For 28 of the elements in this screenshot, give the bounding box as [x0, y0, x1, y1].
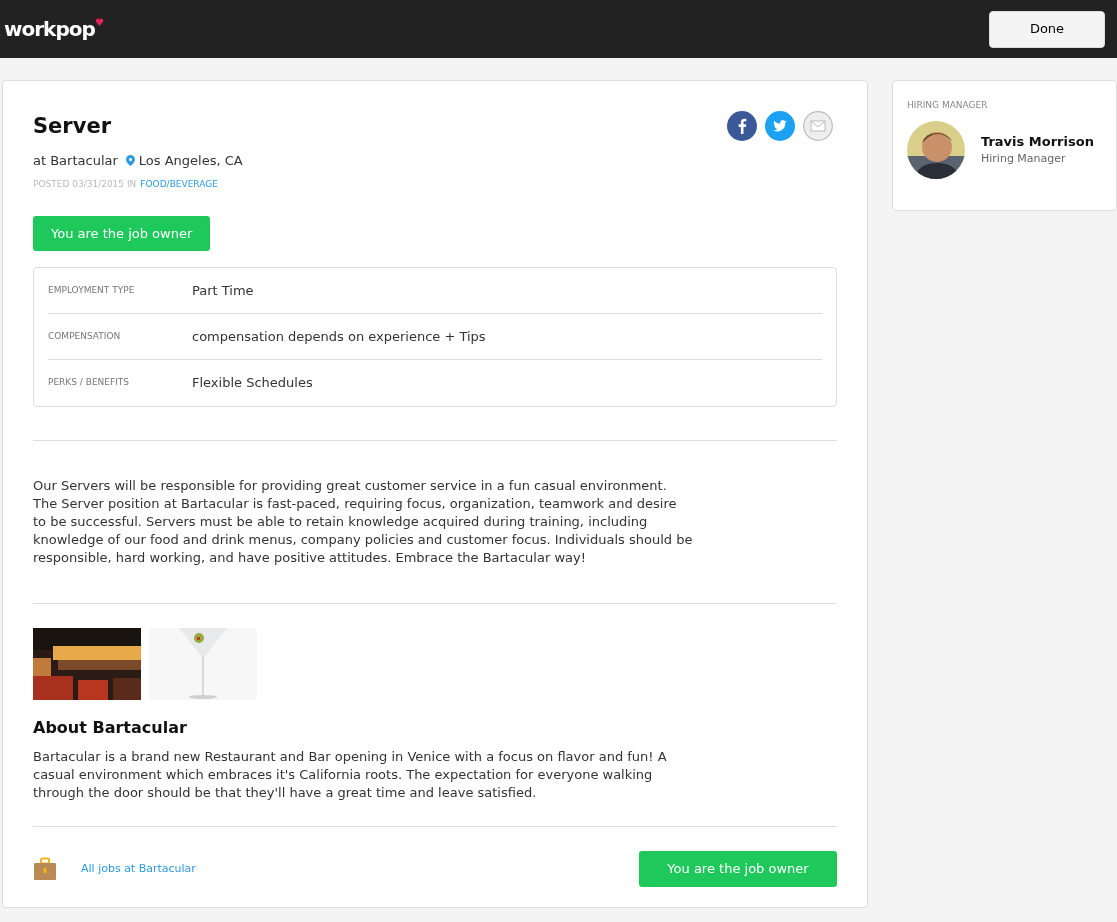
company-name: at Bartacular [33, 151, 118, 170]
detail-value: compensation depends on experience + Tips [192, 327, 486, 346]
facebook-icon[interactable] [727, 111, 757, 141]
logo[interactable]: workpop [4, 14, 95, 44]
posted-date: POSTED 03/31/2015 IN [33, 178, 137, 191]
job-owner-button[interactable]: You are the job owner [33, 215, 211, 251]
manager-name: Travis Morrison [981, 132, 1094, 151]
detail-value: Flexible Schedules [192, 374, 313, 393]
location: Los Angeles, CA [138, 151, 243, 170]
job-title: Server [33, 113, 112, 140]
detail-label: PERKS / BENEFITS [48, 376, 131, 390]
detail-label: COMPENSATION [48, 329, 122, 343]
briefcase-icon [33, 857, 57, 881]
category-link[interactable]: FOOD/BEVERAGE [140, 178, 218, 192]
detail-label: EMPLOYMENT TYPE [48, 283, 136, 297]
job-owner-button[interactable]: You are the job owner [639, 851, 837, 887]
job-description: Our Servers will be responsible for providing great customer service in a fun casual environment. The Server position at Bartacular is fast-paced, requiring focus, organization, teamwork and desire to be successful. Servers must be able to retain knowledge acquired during training, including knowledge of our food and drink menus, company policies and customer focus. Individuals should be responsible, hard working, and have positive attitudes. Embrace the Bartacular way! [33, 477, 693, 567]
about-heading: About Bartacular [33, 717, 188, 739]
about-text: Bartacular is a brand new Restaurant and Bar opening in Venice with a focus on flavor and fun! A casual environment which embraces it's California roots. The expectation for everyone walking through the door should be that they'll have a great time and leave satisfied. [33, 748, 668, 802]
detail-value: Part Time [192, 281, 254, 300]
all-jobs-link[interactable]: All jobs at Bartacular [81, 860, 196, 878]
heart-icon [94, 18, 104, 27]
done-button[interactable]: Done [989, 10, 1105, 48]
sidebar-heading: HIRING MANAGER [907, 99, 989, 112]
twitter-icon[interactable] [765, 111, 795, 141]
manager-role: Hiring Manager [981, 151, 1067, 167]
email-icon[interactable] [803, 111, 833, 141]
location-pin-icon [125, 154, 135, 166]
